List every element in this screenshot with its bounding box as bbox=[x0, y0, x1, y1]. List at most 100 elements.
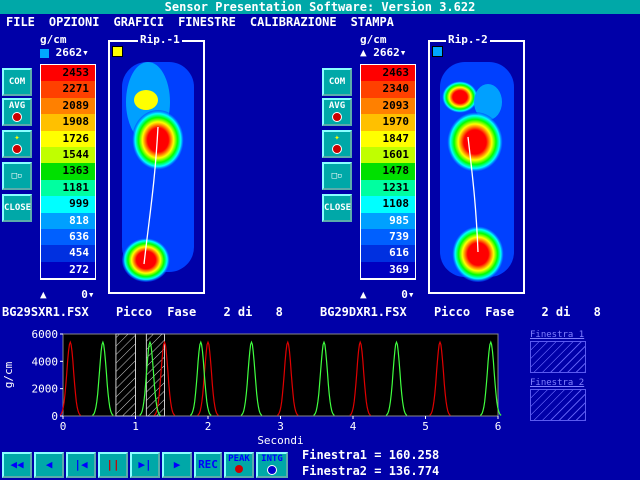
windows-icon: □▫ bbox=[331, 171, 343, 181]
x-tick-label: 5 bbox=[422, 420, 429, 433]
y-tick-label: 2000 bbox=[32, 383, 59, 396]
right-fase-label: Fase bbox=[485, 305, 515, 319]
y-axis-label: g/cm bbox=[2, 361, 15, 388]
finestra1-box[interactable] bbox=[530, 341, 586, 373]
right-picco-label: Picco bbox=[433, 305, 471, 319]
left-fase-label: Fase bbox=[167, 305, 197, 319]
pause-button[interactable]: || bbox=[98, 452, 128, 478]
menu-finestre[interactable]: FINESTRE bbox=[171, 14, 243, 31]
right-scale-value: 2093 bbox=[361, 97, 415, 115]
x-axis-label: Secondi bbox=[257, 434, 303, 447]
left-info-line: BG29SXR1.FSX Picco Fase 2 di 8 bbox=[2, 305, 283, 319]
right-filename: BG29DXR1.FSX bbox=[320, 305, 407, 319]
left-max-row: 2662▾ bbox=[40, 46, 96, 59]
windows-icon: □▫ bbox=[11, 171, 23, 181]
left-zero-value[interactable]: 0 bbox=[81, 288, 88, 301]
menu-stampa[interactable]: STAMPA bbox=[344, 14, 401, 31]
left-max-arrow-icon[interactable]: ▾ bbox=[82, 46, 89, 59]
rewind-fast-button[interactable]: ◀◀ bbox=[2, 452, 32, 478]
x-tick-label: 0 bbox=[60, 420, 67, 433]
right-scale-value: 985 bbox=[361, 212, 415, 229]
record-dot-icon bbox=[12, 112, 22, 122]
left-select-marker[interactable] bbox=[112, 46, 123, 57]
window-button-left[interactable]: □▫ bbox=[2, 162, 32, 190]
x-tick-label: 6 bbox=[495, 420, 502, 433]
left-up-arrow-icon[interactable]: ▲ bbox=[40, 288, 47, 301]
right-info-line: BG29DXR1.FSX Picco Fase 2 di 8 bbox=[320, 305, 601, 319]
finestra2-label: Finestra 2 bbox=[530, 378, 585, 388]
left-fase-num: 2 bbox=[223, 305, 231, 319]
close-button-right[interactable]: CLOSE bbox=[322, 194, 352, 222]
record-dot-icon bbox=[267, 465, 277, 475]
peak-button[interactable]: PEAK bbox=[224, 452, 254, 478]
right-max-value[interactable]: 2662 bbox=[373, 46, 400, 59]
right-scale-value: 1231 bbox=[361, 179, 415, 197]
left-scale-value: 1544 bbox=[41, 146, 95, 164]
right-up-arrow-icon[interactable]: ▲ bbox=[360, 46, 367, 59]
right-zero-value[interactable]: 0 bbox=[401, 288, 408, 301]
finestra2-value: Finestra2 = 136.774 bbox=[302, 464, 440, 478]
right-fase-num: 2 bbox=[541, 305, 549, 319]
right-fase-total: 8 bbox=[593, 305, 601, 319]
right-unit-label: g/cm bbox=[360, 33, 387, 46]
com-button-left[interactable]: COM bbox=[2, 68, 32, 96]
left-scale-value: 2089 bbox=[41, 97, 95, 115]
avg-label: AVG bbox=[8, 101, 26, 111]
avg-label: AVG bbox=[328, 101, 346, 111]
right-max-arrow-icon[interactable]: ▾ bbox=[400, 46, 407, 59]
left-color-scale: 2453 2271 2089 1908 1726 1544 1363 1181 999 818 63… bbox=[40, 64, 96, 280]
marker-button-right[interactable]: ✦ bbox=[322, 130, 352, 158]
right-zero-arrow-icon[interactable]: ▾ bbox=[408, 288, 415, 301]
avg-button-left[interactable]: AVG bbox=[2, 98, 32, 126]
left-zero-arrow-icon[interactable]: ▾ bbox=[88, 288, 95, 301]
right-foot-frame bbox=[428, 40, 525, 294]
left-fase-total: 8 bbox=[275, 305, 283, 319]
first-frame-button[interactable]: |◀ bbox=[66, 452, 96, 478]
left-scale-value: 1181 bbox=[41, 179, 95, 197]
menu-opzioni[interactable]: OPZIONI bbox=[42, 14, 107, 31]
record-dot-icon bbox=[332, 144, 342, 154]
x-tick-label: 2 bbox=[205, 420, 212, 433]
left-scale-value: 1363 bbox=[41, 163, 95, 180]
peak-label: PEAK bbox=[228, 454, 250, 464]
right-up-arrow-icon-2[interactable]: ▲ bbox=[360, 288, 367, 301]
right-scale-value: 369 bbox=[361, 261, 415, 279]
close-button-left[interactable]: CLOSE bbox=[2, 194, 32, 222]
right-select-marker[interactable] bbox=[432, 46, 443, 57]
force-time-chart[interactable]: 0 1 2 3 4 5 6 0 2000 4000 6000 Secondi g/cm bbox=[0, 326, 510, 448]
rewind-button[interactable]: ◀ bbox=[34, 452, 64, 478]
right-scale-value: 1478 bbox=[361, 163, 415, 180]
right-scale-value: 616 bbox=[361, 245, 415, 262]
right-min-row: ▲ 0▾ bbox=[360, 288, 415, 301]
y-tick-label: 4000 bbox=[32, 355, 59, 368]
play-button[interactable]: ▶ bbox=[162, 452, 192, 478]
left-scale-value: 1726 bbox=[41, 130, 95, 147]
left-filename: BG29SXR1.FSX bbox=[2, 305, 89, 319]
menu-grafici[interactable]: GRAFICI bbox=[106, 14, 171, 31]
x-tick-label: 3 bbox=[277, 420, 284, 433]
left-scale-value: 272 bbox=[41, 261, 95, 279]
right-color-scale: 2463 2340 2093 1970 1847 1601 1478 1231 1108 985 7… bbox=[360, 64, 416, 280]
intg-button[interactable]: INTG bbox=[256, 452, 288, 478]
left-scale-value: 2271 bbox=[41, 81, 95, 98]
avg-button-right[interactable]: AVG bbox=[322, 98, 352, 126]
right-frame-title: Rip.-2 bbox=[446, 33, 490, 46]
menu-file[interactable]: FILE bbox=[0, 14, 42, 31]
right-scale-value: 739 bbox=[361, 228, 415, 246]
last-frame-button[interactable]: ▶| bbox=[130, 452, 160, 478]
left-scale-value: 636 bbox=[41, 228, 95, 246]
x-tick-label: 1 bbox=[132, 420, 139, 433]
finestra2-box[interactable] bbox=[530, 389, 586, 421]
y-tick-label: 6000 bbox=[32, 328, 59, 341]
left-frame-title: Rip.-1 bbox=[138, 33, 182, 46]
left-picco-label: Picco bbox=[115, 305, 153, 319]
window-button-right[interactable]: □▫ bbox=[322, 162, 352, 190]
left-di-label: di bbox=[237, 305, 253, 319]
left-foot-pressure-map bbox=[122, 62, 194, 282]
marker-button-left[interactable]: ✦ bbox=[2, 130, 32, 158]
window1-region bbox=[115, 333, 137, 417]
menu-calibrazione[interactable]: CALIBRAZIONE bbox=[243, 14, 344, 31]
left-max-value[interactable]: 2662 bbox=[56, 46, 83, 59]
com-button-right[interactable]: COM bbox=[322, 68, 352, 96]
rec-button[interactable]: REC bbox=[194, 452, 222, 478]
